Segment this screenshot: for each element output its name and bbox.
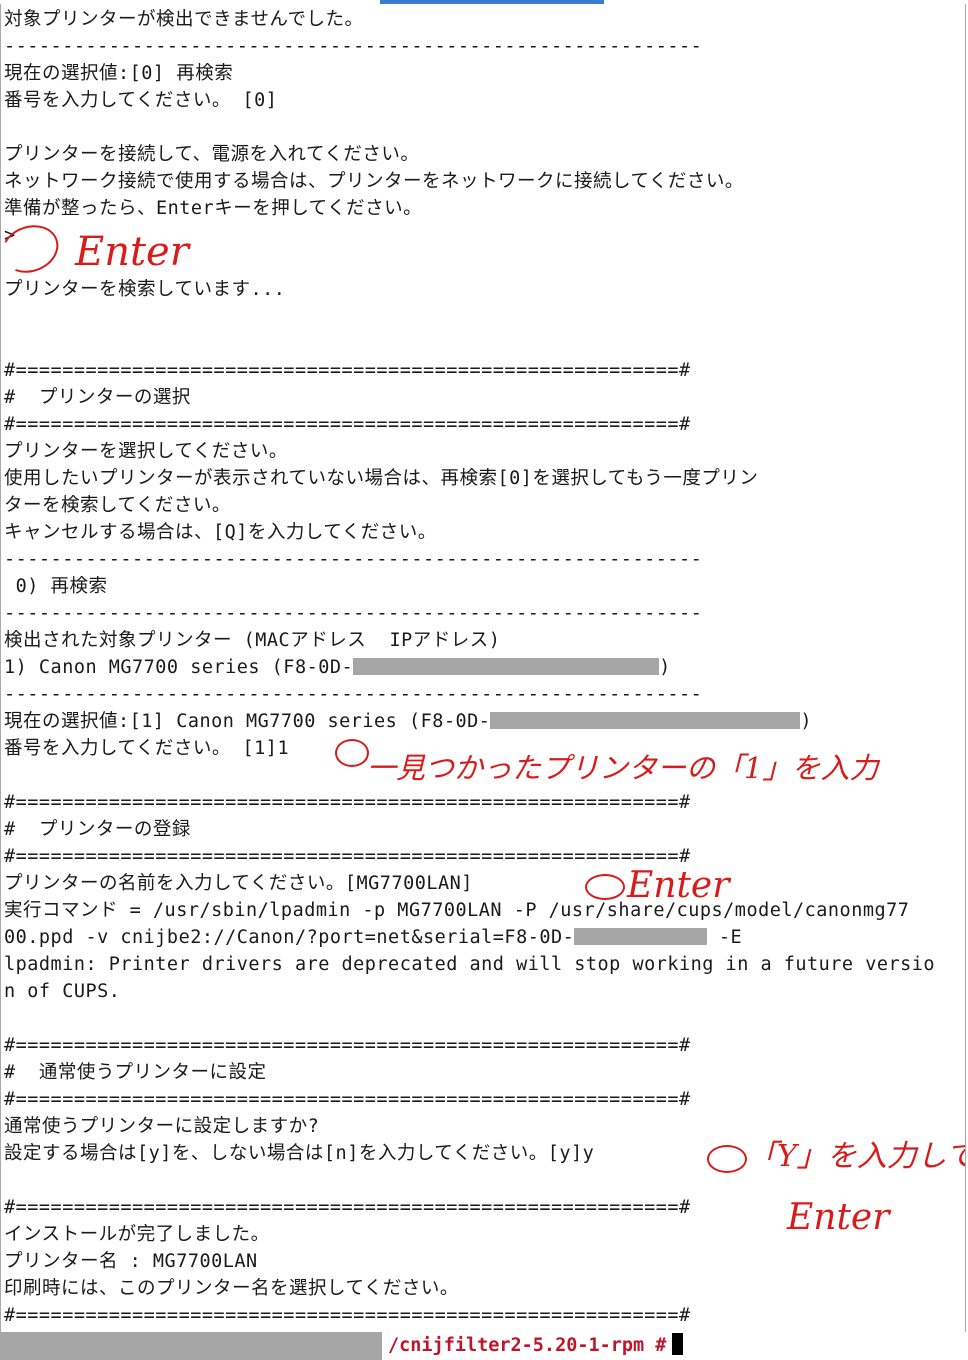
redacted-address [490,712,801,729]
terminal-line: 現在の選択値:[0] 再検索 [4,63,234,84]
terminal-output[interactable]: 対象プリンターが検出できませんでした。 --------------------… [0,4,966,1332]
shell-prompt[interactable]: /cnijfilter2-5.20-1-rpm # [382,1332,968,1360]
terminal-line: lpadmin: Printer drivers are deprecated … [4,954,936,975]
terminal-line: プリンターを接続して、電源を入れてください。 [4,144,420,165]
terminal-line: 使用したいプリンターが表示されていない場合は、再検索[0]を選択してもう一度プリ… [4,468,759,489]
current-selection-line: 現在の選択値:[1] Canon MG7700 series (F8-0D-) [4,708,812,735]
terminal-line: 対象プリンターが検出できませんでした。 [4,9,364,30]
ppd-command-line: 00.ppd -v cnijbe2://Canon/?port=net&seri… [4,924,742,951]
terminal-separator: #=======================================… [4,360,691,381]
annotation-enter-2: Enter [627,865,730,906]
terminal-line: プリンターを検索しています... [4,279,286,300]
terminal-separator: #=======================================… [4,1305,691,1326]
section-heading: # プリンターの登録 [4,819,191,840]
terminal-line: 印刷時には、このプリンター名を選択してください。 [4,1278,459,1299]
terminal-separator: ----------------------------------------… [4,603,703,624]
ppd-command-text: 00.ppd -v cnijbe2://Canon/?port=net&seri… [4,927,575,948]
terminal-line: 0) 再検索 [4,576,108,597]
ppd-command-flag: -E [707,927,743,948]
terminal-line: ターを検索してください。 [4,495,231,516]
terminal-separator: #=======================================… [4,1089,691,1110]
annotation-mark-circle [335,739,369,767]
terminal-line: 準備が整ったら、Enterキーを押してください。 [4,198,423,219]
terminal-line: インストールが完了しました。 [4,1224,270,1245]
terminal-line: 通常使うプリンターに設定しますか? [4,1116,320,1137]
terminal-separator: #=======================================… [4,414,691,435]
terminal-separator: #=======================================… [4,1035,691,1056]
current-selection-text: 現在の選択値:[1] Canon MG7700 series (F8-0D- [4,711,491,732]
text-cursor [672,1333,684,1355]
terminal-line: プリンターの名前を入力してください。[MG7700LAN] [4,873,473,894]
section-heading: # 通常使うプリンターに設定 [4,1062,267,1083]
printer-option-line: 1) Canon MG7700 series (F8-0D-) [4,654,671,681]
terminal-line: ネットワーク接続で使用する場合は、プリンターをネットワークに接続してください。 [4,171,744,192]
annotation-select-note: 一見つかったプリンターの「1」を入力 [367,751,879,785]
terminal-line: 番号を入力してください。 [1]1 [4,738,290,759]
terminal-separator: #=======================================… [4,792,691,813]
annotation-y-note: 「Y」を入力して [747,1139,966,1174]
terminal-line: プリンター名 : MG7700LAN [4,1251,258,1272]
terminal-line: n of CUPS. [4,981,121,1002]
terminal-line: 番号を入力してください。 [0] [4,90,278,111]
shell-prompt-text: /cnijfilter2-5.20-1-rpm # [388,1335,667,1356]
section-heading: # プリンターの選択 [4,387,191,408]
annotation-mark-circle [585,874,625,900]
terminal-line: 検出された対象プリンター (MACアドレス IPアドレス) [4,630,501,651]
terminal-separator: #=======================================… [4,1197,691,1218]
printer-option-text: 1) Canon MG7700 series (F8-0D- [4,657,354,678]
current-selection-close: ) [800,711,813,732]
printer-option-close: ) [659,657,671,678]
terminal-line: 実行コマンド = /usr/sbin/lpadmin -p MG7700LAN … [4,900,910,921]
terminal-line: キャンセルする場合は、[Q]を入力してください。 [4,522,437,543]
status-bar: /cnijfilter2-5.20-1-rpm # [0,1332,968,1360]
terminal-separator: ----------------------------------------… [4,684,703,705]
redacted-address [353,658,660,675]
terminal-separator: #=======================================… [4,846,691,867]
terminal-line: 設定する場合は[y]を、しない場合は[n]を入力してください。[y]y [4,1143,595,1164]
annotation-enter-1: Enter [75,229,189,275]
annotation-enter-3: Enter [787,1197,890,1238]
terminal-separator: ----------------------------------------… [4,36,703,57]
annotation-mark-circle [707,1145,747,1173]
terminal-line: プリンターを選択してください。 [4,441,288,462]
redacted-serial [574,928,708,945]
terminal-separator: ----------------------------------------… [4,549,703,570]
